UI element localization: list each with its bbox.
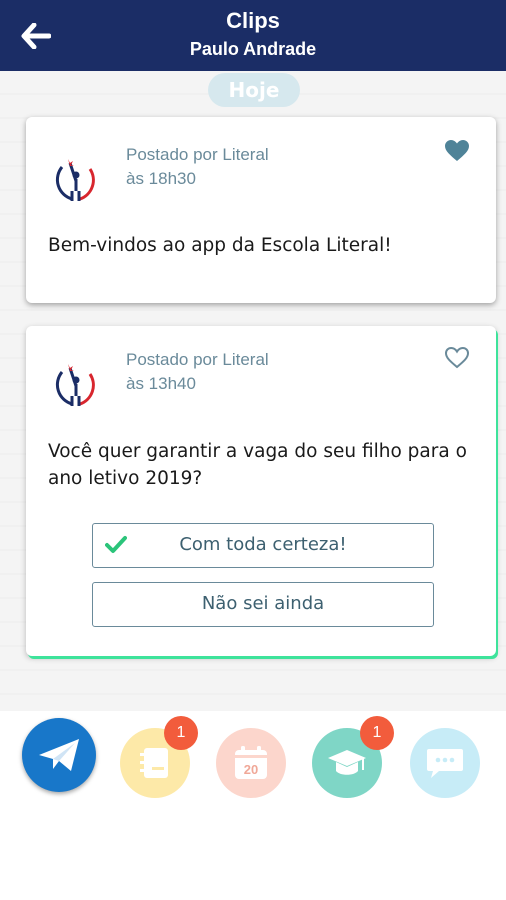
calendar-day: 20 — [244, 762, 258, 777]
bottom-navigation: 1 20 1 — [0, 711, 506, 900]
courses-badge: 1 — [360, 716, 394, 750]
school-logo-icon — [55, 159, 95, 201]
notebook-icon — [140, 748, 168, 778]
poll-option-label: Com toda certeza! — [179, 534, 347, 555]
clips-feed[interactable]: Hoje Postado por Literal às 18h30 Bem-vi… — [0, 71, 506, 711]
post-message: Você quer garantir a vaga do seu filho p… — [48, 441, 467, 489]
nav-chat-button[interactable] — [410, 728, 480, 798]
poll-option-label: Não sei ainda — [201, 593, 325, 614]
heart-filled-icon[interactable] — [444, 139, 470, 163]
post-time: às 13h40 — [126, 374, 196, 393]
school-logo-icon — [55, 364, 95, 406]
post-card: Postado por Literal às 13h40 Você quer g… — [26, 326, 496, 656]
post-meta: Postado por Literal às 18h30 — [126, 143, 269, 191]
check-icon — [105, 536, 127, 553]
paper-plane-icon — [39, 739, 79, 771]
app-header: Clips Paulo Andrade — [0, 0, 506, 71]
poll-option-unsure[interactable]: Não sei ainda — [92, 582, 434, 627]
nav-calendar-button[interactable]: 20 — [216, 728, 286, 798]
graduation-cap-icon — [328, 750, 366, 775]
calendar-icon: 20 — [235, 746, 267, 779]
post-time: às 18h30 — [126, 169, 196, 188]
poll-option-yes[interactable]: Com toda certeza! — [92, 523, 434, 568]
nav-send-button[interactable] — [22, 718, 96, 792]
date-separator: Hoje — [208, 73, 300, 107]
chat-bubble-icon — [427, 749, 463, 778]
page-title: Clips — [226, 8, 280, 33]
page-subtitle: Paulo Andrade — [189, 39, 317, 59]
notebook-badge: 1 — [164, 716, 198, 750]
post-author: Postado por Literal — [126, 145, 269, 164]
post-message: Bem-vindos ao app da Escola Literal! — [48, 235, 392, 256]
post-meta: Postado por Literal às 13h40 — [126, 348, 269, 396]
heart-outline-icon[interactable] — [444, 346, 470, 370]
post-author: Postado por Literal — [126, 350, 269, 369]
post-card: Postado por Literal às 18h30 Bem-vindos … — [26, 117, 496, 303]
